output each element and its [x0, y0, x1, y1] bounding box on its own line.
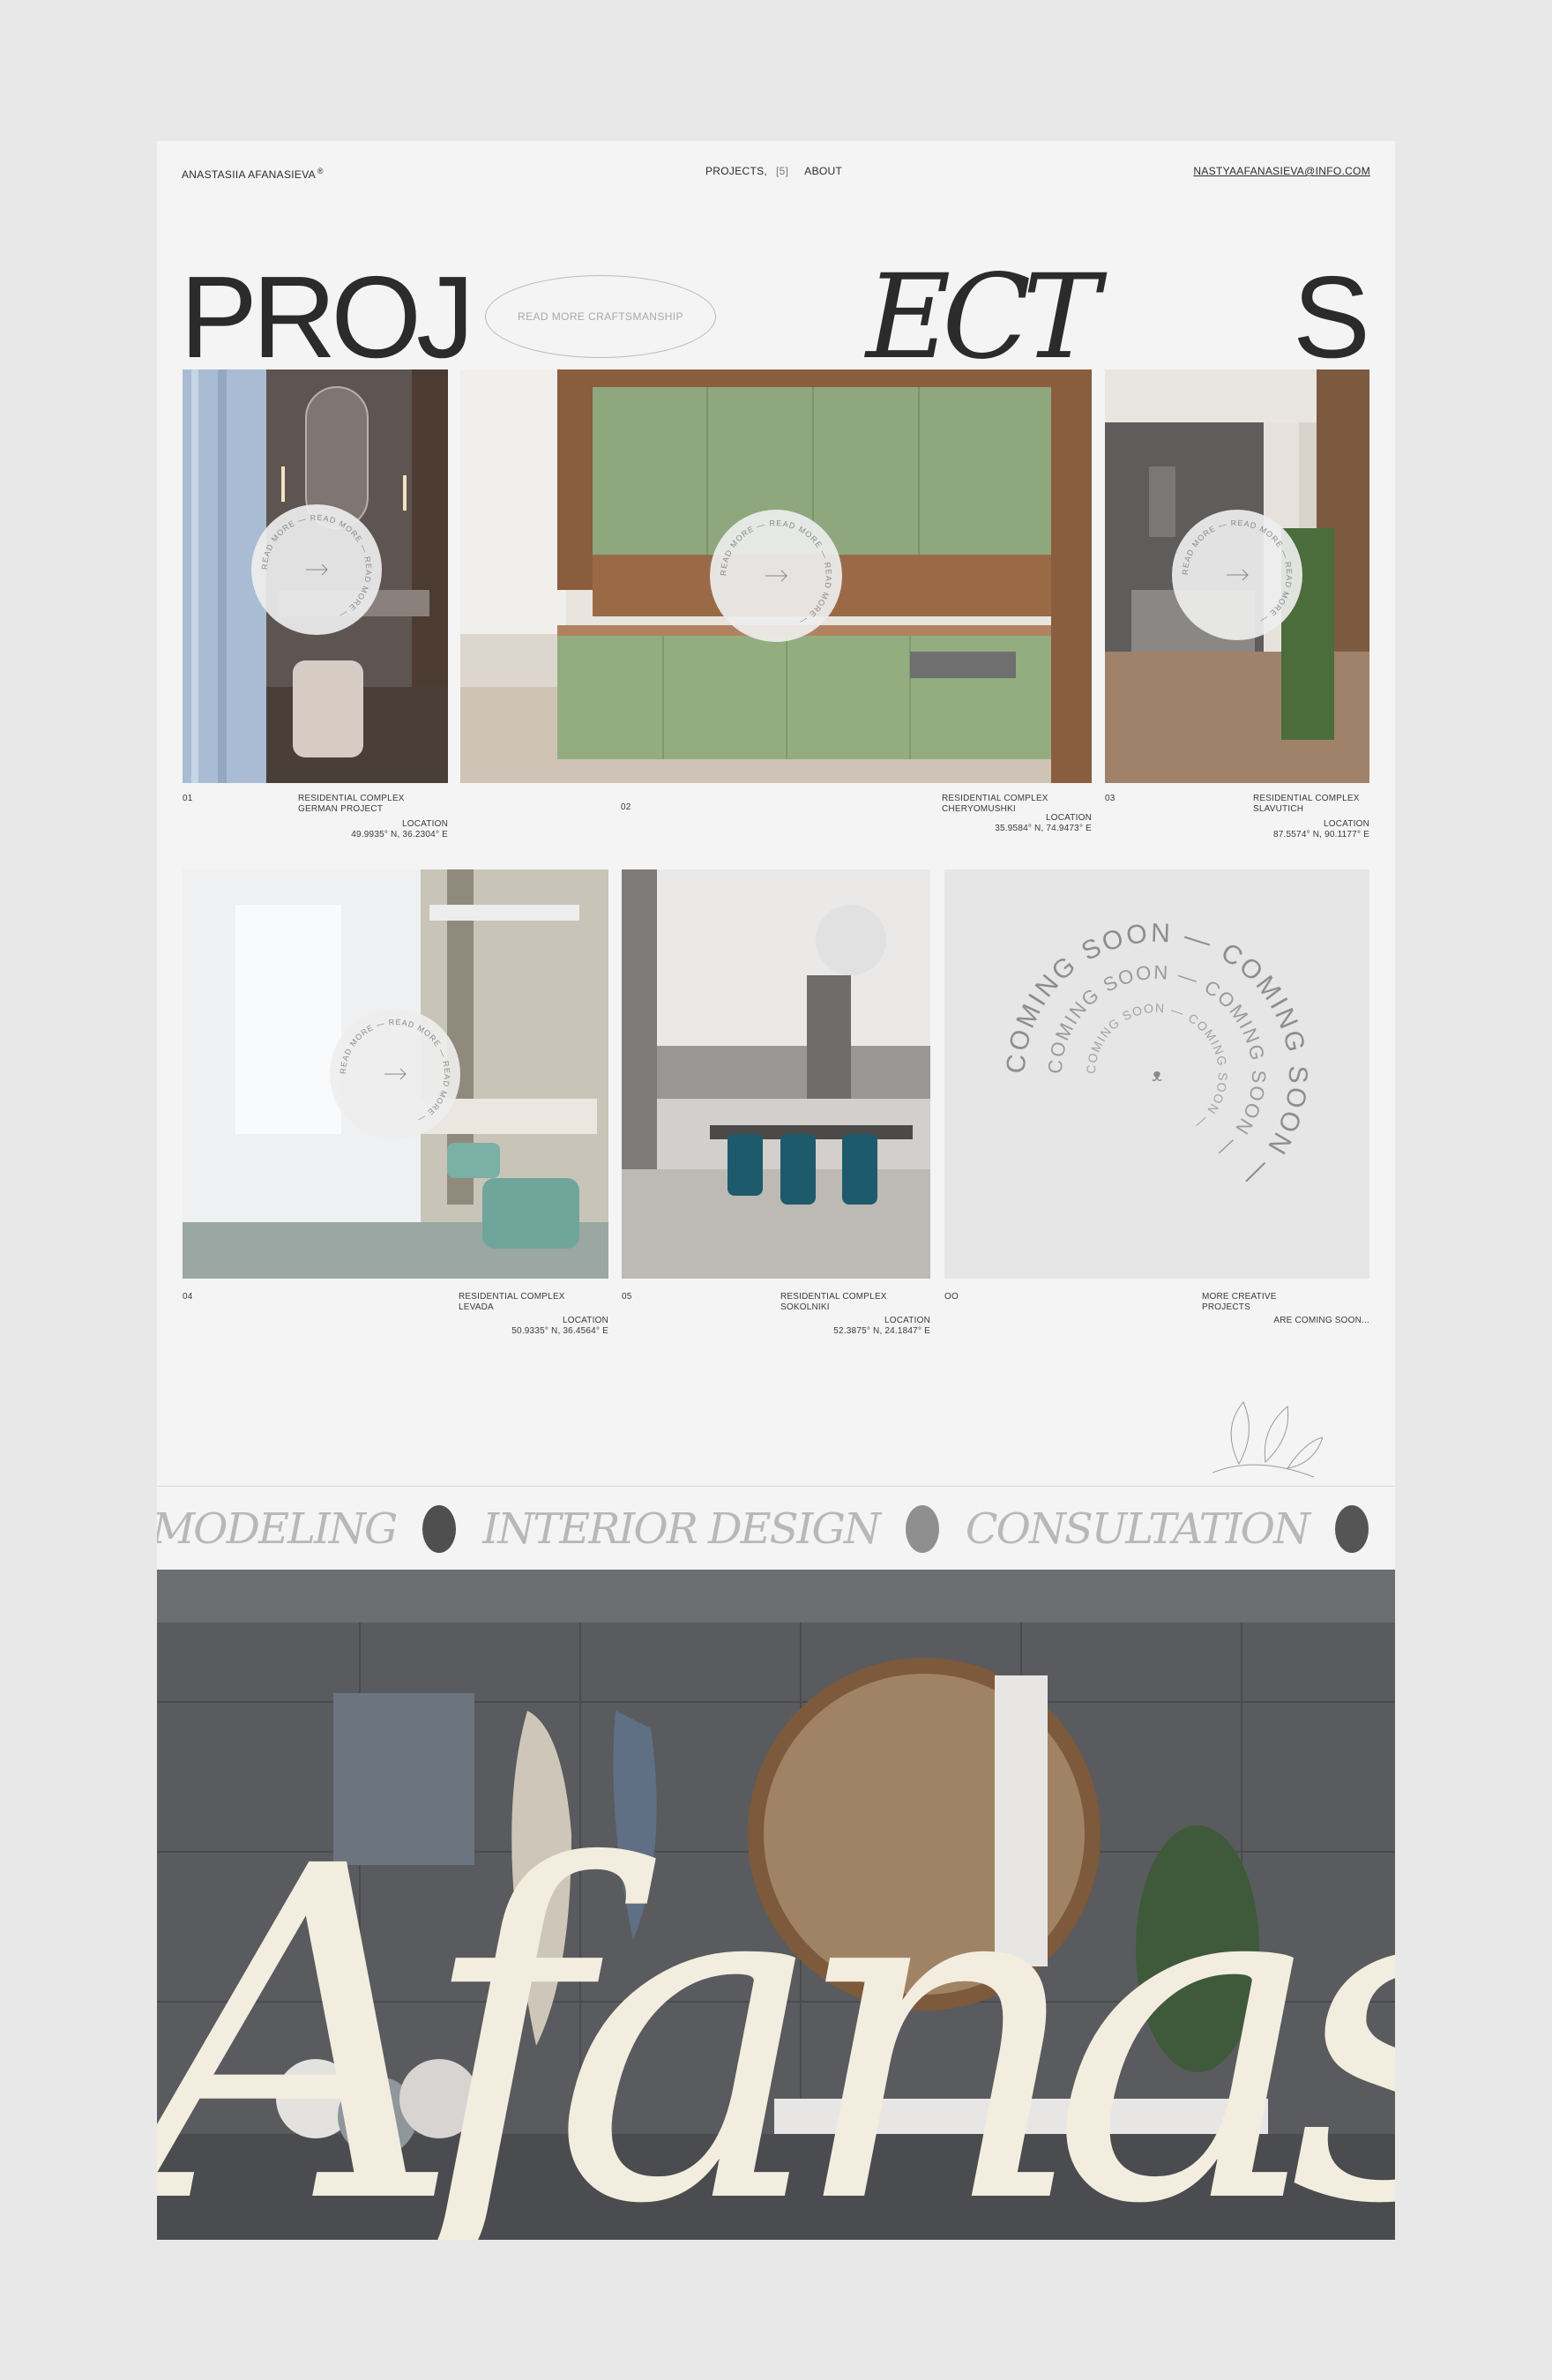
project-01-number: 01 — [183, 794, 193, 803]
marquee-oval-image-3 — [1334, 1504, 1369, 1553]
project-05-location-label: LOCATION — [884, 1316, 930, 1325]
project-03-coords: 87.5574° N, 90.1177° E — [1273, 830, 1369, 839]
project-03-location-label: LOCATION — [1324, 819, 1369, 829]
project-01-title-line2: GERMAN PROJECT — [298, 804, 384, 814]
page: ANASTASIIA AFANASIEVA ® PROJECTS, [5] ABO… — [157, 141, 1395, 2240]
marquee-oval-image-1 — [422, 1504, 457, 1553]
project-03-read-more-badge[interactable]: READ MORE — READ MORE — READ MORE — — [1172, 510, 1302, 640]
email-link[interactable]: NASTYAAFANASIEVA@INFO.COM — [1193, 165, 1370, 177]
project-04-title-line1: RESIDENTIAL COMPLEX — [459, 1292, 565, 1302]
project-05-number: 05 — [622, 1292, 632, 1302]
badge-ring-text: READ MORE — READ MORE — READ MORE — — [719, 519, 832, 627]
project-04-title-line2: LEVADA — [459, 1302, 494, 1312]
project-04-number: 04 — [183, 1292, 193, 1302]
svg-text:COMING SOON — COMING SOON —: COMING SOON — COMING SOON — — [1044, 961, 1271, 1164]
project-05-image[interactable] — [622, 869, 930, 1279]
marquee-modeling: MODELING — [157, 1503, 398, 1554]
project-01-location-label: LOCATION — [402, 819, 448, 829]
registered-mark: ® — [317, 167, 324, 175]
coming-soon-card[interactable]: COMING SOON — COMING SOON — COMING SOON … — [944, 869, 1369, 1279]
coming-soon-ring-middle: COMING SOON — COMING SOON — — [1044, 961, 1269, 1164]
project-05-coords: 52.3875° N, 24.1847° E — [833, 1326, 930, 1336]
services-marquee: MODELING INTERIOR DESIGN CONSULTATION — [157, 1486, 1395, 1571]
svg-text:READ MORE — READ MORE — READ M: READ MORE — READ MORE — READ MORE — — [719, 519, 833, 627]
coming-subtitle: ARE COMING SOON... — [1273, 1316, 1369, 1325]
nav-about[interactable]: ABOUT — [804, 165, 842, 177]
main-nav: PROJECTS, [5] ABOUT — [705, 165, 842, 177]
project-04-location-label: LOCATION — [563, 1316, 608, 1325]
hero-word-mid: ECT — [866, 250, 1100, 385]
project-01-coords: 49.9935° N, 36.2304° E — [351, 830, 448, 839]
coming-number: OO — [944, 1292, 959, 1302]
marquee-interior-design: INTERIOR DESIGN — [482, 1503, 881, 1554]
marquee-consultation: CONSULTATION — [965, 1503, 1310, 1554]
project-02-number: 02 — [621, 802, 631, 812]
project-02-location-label: LOCATION — [1046, 813, 1092, 823]
svg-text:READ MORE — READ MORE — READ M: READ MORE — READ MORE — READ MORE — — [260, 513, 373, 621]
hero-word-left: PROJ — [180, 252, 474, 382]
nav-projects[interactable]: PROJECTS, — [705, 165, 767, 177]
project-03-location: LOCATION 87.5574° N, 90.1177° E — [1211, 819, 1369, 840]
project-04-location: LOCATION 50.9335° N, 36.4564° E — [450, 1316, 608, 1337]
badge-ring-text: READ MORE — READ MORE — READ MORE — — [1181, 519, 1293, 626]
project-03-title-line2: SLAVUTICH — [1253, 804, 1304, 814]
brand-logo[interactable]: ANASTASIIA AFANASIEVA ® — [182, 165, 324, 181]
hero-word-right: S — [1292, 252, 1370, 382]
project-02-location: LOCATION 35.9584° N, 74.9473° E — [933, 813, 1092, 834]
project-04-title: RESIDENTIAL COMPLEX LEVADA — [459, 1292, 565, 1313]
nav-projects-count: [5] — [776, 165, 789, 177]
svg-text:READ MORE — READ MORE — READ M: READ MORE — READ MORE — READ MORE — — [339, 1018, 451, 1125]
project-05-title: RESIDENTIAL COMPLEX SOKOLNIKI — [780, 1292, 887, 1313]
project-02-title-line1: RESIDENTIAL COMPLEX — [942, 794, 1048, 803]
leaf-icon — [1204, 1393, 1324, 1481]
coming-title-line1: MORE CREATIVE — [1202, 1292, 1277, 1302]
badge-ring-text: READ MORE — READ MORE — READ MORE — — [260, 513, 372, 621]
afanasieva-script-title: Afanasi — [157, 1770, 1395, 2240]
project-05-title-line2: SOKOLNIKI — [780, 1302, 830, 1312]
project-02-read-more-badge[interactable]: READ MORE — READ MORE — READ MORE — — [710, 510, 842, 642]
coming-soon-center-icon: ᴥ — [1152, 1066, 1162, 1086]
project-03-title-line1: RESIDENTIAL COMPLEX — [1253, 794, 1360, 803]
marquee-oval-image-2 — [905, 1504, 939, 1553]
project-04-coords: 50.9335° N, 36.4564° E — [511, 1326, 608, 1336]
project-05-title-line1: RESIDENTIAL COMPLEX — [780, 1292, 887, 1302]
read-more-craftsmanship-button[interactable]: READ MORE CRAFTSMANSHIP — [485, 275, 716, 358]
project-01-read-more-badge[interactable]: READ MORE — READ MORE — READ MORE — — [251, 504, 382, 635]
project-01-location: LOCATION 49.9935° N, 36.2304° E — [298, 819, 448, 840]
svg-text:READ MORE — READ MORE — READ M: READ MORE — READ MORE — READ MORE — — [1181, 519, 1294, 626]
project-04-read-more-badge[interactable]: READ MORE — READ MORE — READ MORE — — [330, 1009, 460, 1139]
project-01-title: RESIDENTIAL COMPLEX GERMAN PROJECT — [298, 794, 405, 815]
project-02-coords: 35.9584° N, 74.9473° E — [995, 824, 1092, 833]
badge-ring-text: READ MORE — READ MORE — READ MORE — — [339, 1018, 451, 1125]
project-01-title-line1: RESIDENTIAL COMPLEX — [298, 794, 405, 803]
coming-title: MORE CREATIVE PROJECTS — [1202, 1292, 1277, 1313]
project-03-number: 03 — [1105, 794, 1116, 803]
coming-title-line2: PROJECTS — [1202, 1302, 1250, 1312]
project-03-title: RESIDENTIAL COMPLEX SLAVUTICH — [1253, 794, 1360, 815]
project-02-title: RESIDENTIAL COMPLEX CHERYOMUSHKI — [942, 794, 1048, 815]
project-05-location: LOCATION 52.3875° N, 24.1847° E — [772, 1316, 930, 1337]
brand-name: ANASTASIIA AFANASIEVA — [182, 168, 316, 181]
